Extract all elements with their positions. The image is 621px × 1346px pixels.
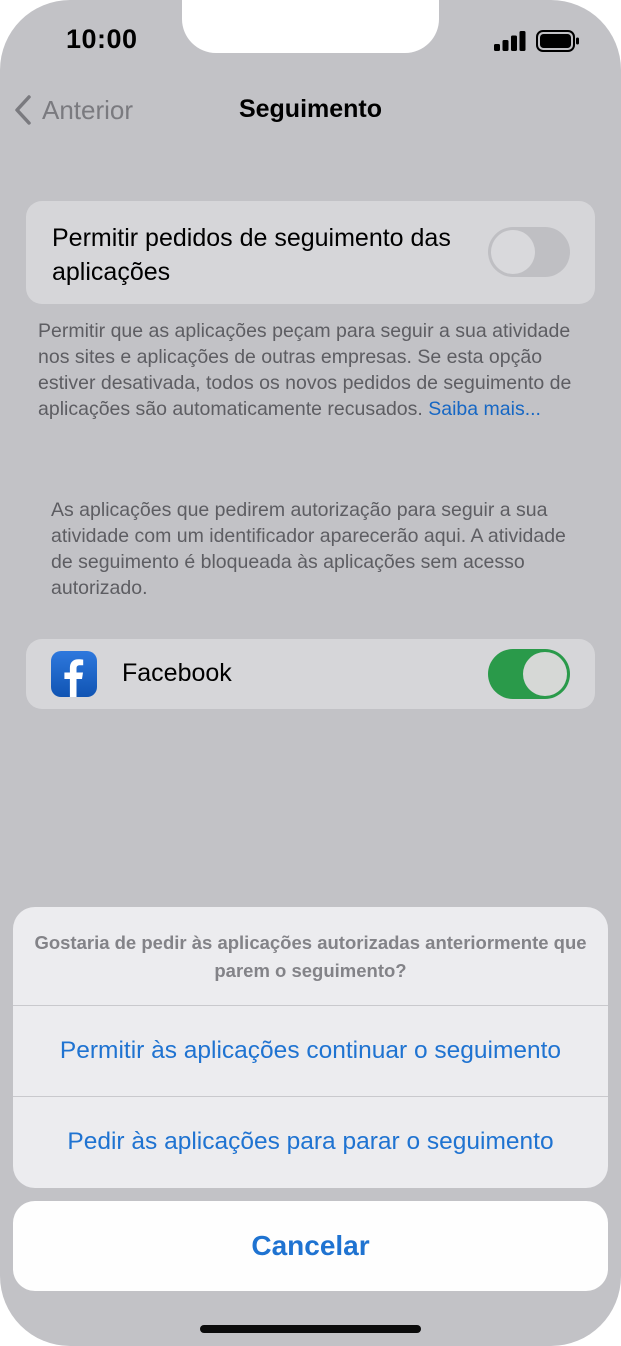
toggle-knob xyxy=(523,652,567,696)
tracking-requests-label: Permitir pedidos de seguimento das aplic… xyxy=(52,224,451,286)
status-indicators xyxy=(494,30,580,52)
phone-screen: 10:00 Anterior Seguimento Permitir pedid… xyxy=(0,0,621,1346)
tracking-description: Permitir que as aplicações peçam para se… xyxy=(38,318,588,422)
tracking-requests-card: Permitir pedidos de seguimento das aplic… xyxy=(26,201,595,304)
battery-icon xyxy=(536,30,579,52)
facebook-tracking-toggle[interactable] xyxy=(488,649,570,699)
status-time: 10:00 xyxy=(66,24,138,54)
home-indicator xyxy=(200,1325,421,1333)
action-sheet-divider xyxy=(13,1096,608,1097)
page-title: Seguimento xyxy=(238,95,383,123)
learn-more-link[interactable]: Saiba mais... xyxy=(428,398,541,420)
action-sheet-divider xyxy=(13,1005,608,1006)
cancel-button[interactable]: Cancelar xyxy=(13,1201,608,1291)
allow-tracking-button[interactable]: Permitir às aplicações continuar o segui… xyxy=(13,1037,608,1065)
toggle-knob xyxy=(491,230,535,274)
cellular-signal-icon xyxy=(494,31,526,51)
facebook-icon xyxy=(51,651,97,697)
action-sheet: Gostaria de pedir às aplicações autoriza… xyxy=(13,907,608,1188)
action-sheet-message: Gostaria de pedir às aplicações autoriza… xyxy=(34,932,587,981)
app-list-item-facebook: Facebook xyxy=(26,639,595,709)
apps-info-text: As aplicações que pedirem autorização pa… xyxy=(51,499,566,599)
notch xyxy=(182,0,439,53)
facebook-label: Facebook xyxy=(122,659,232,687)
tracking-requests-toggle[interactable] xyxy=(488,227,570,277)
ask-stop-tracking-button[interactable]: Pedir às aplicações para parar o seguime… xyxy=(13,1128,608,1156)
